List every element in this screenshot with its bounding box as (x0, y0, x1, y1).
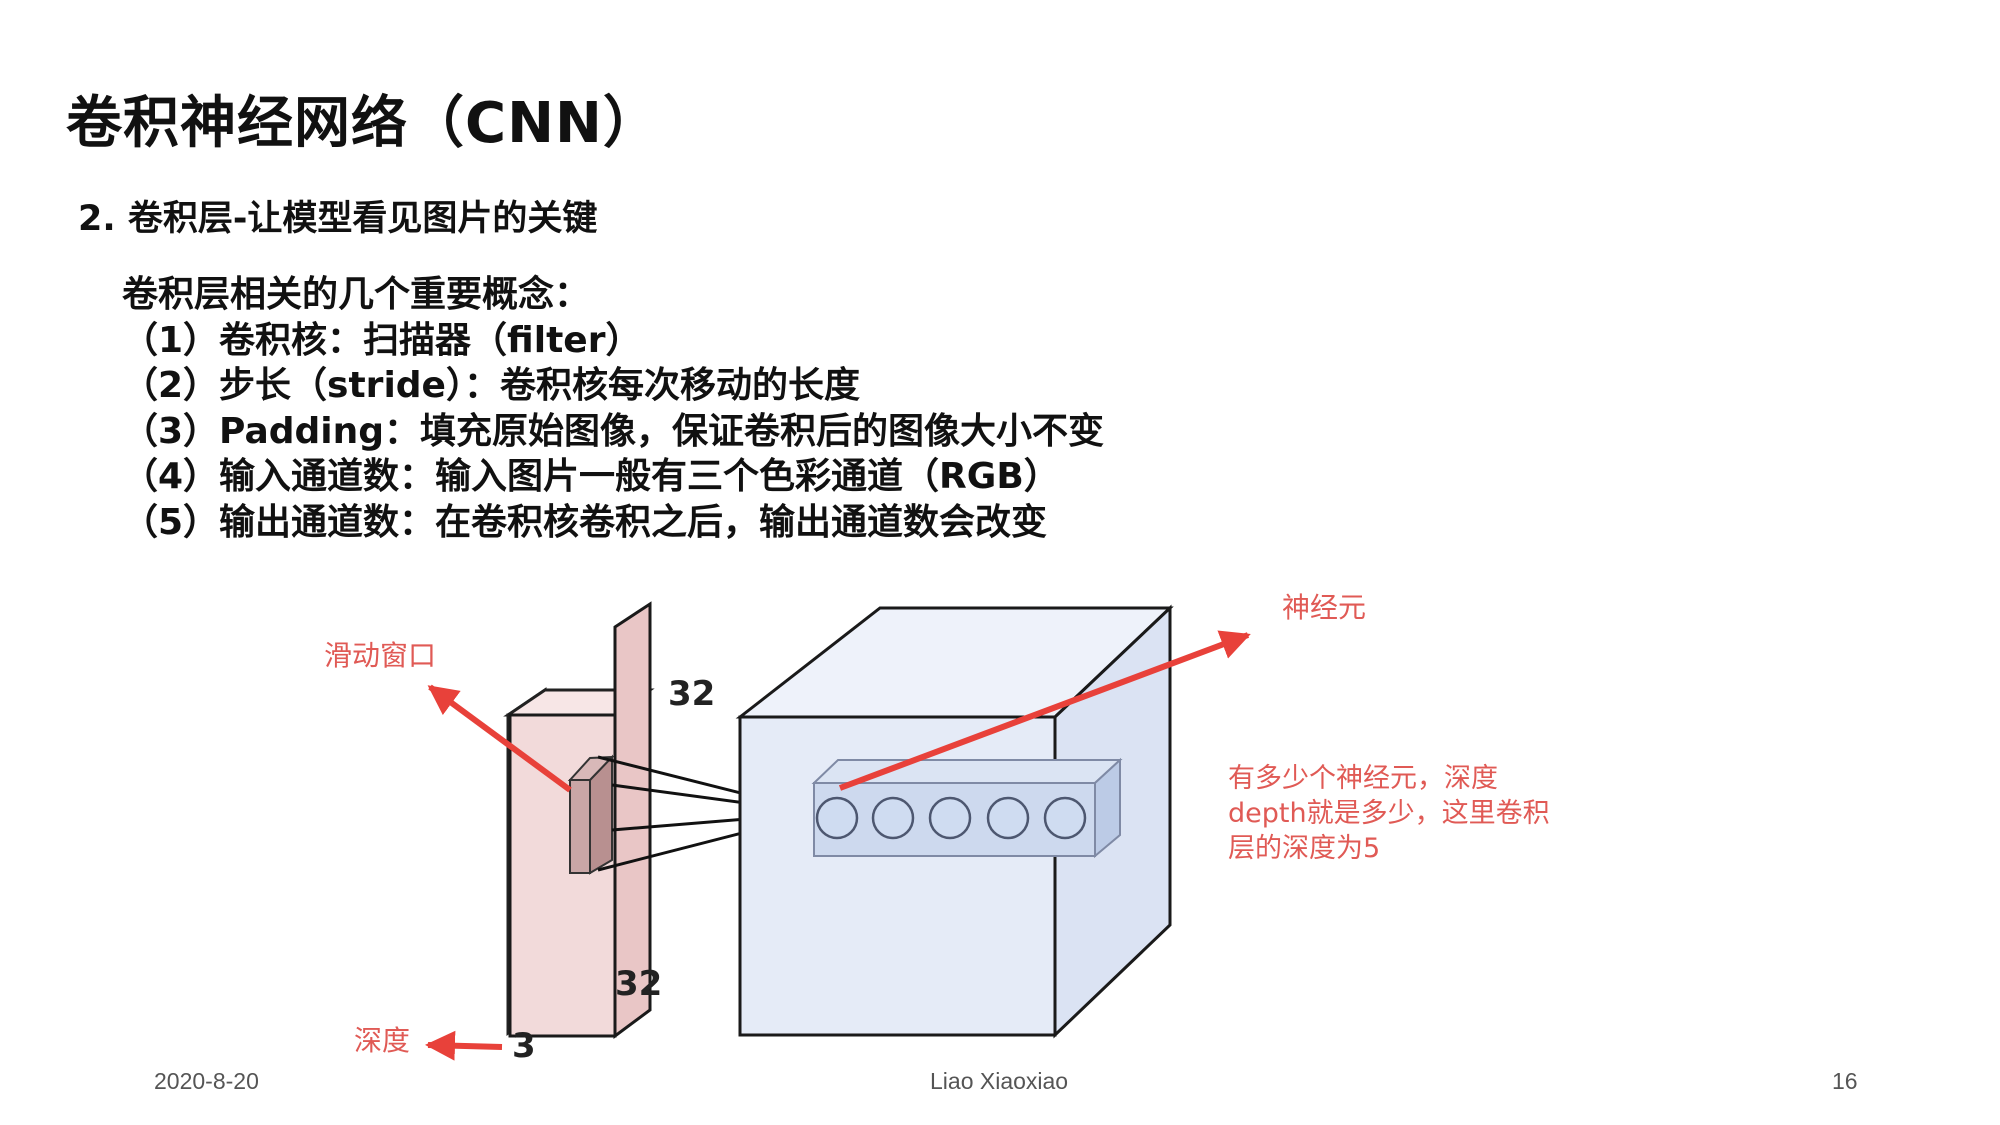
label-channels-3: 3 (512, 1026, 536, 1066)
depth-annotation: 有多少个神经元，深度 depth就是多少，这里卷积 层的深度为5 (1228, 763, 1550, 864)
depth-arrow (425, 1030, 503, 1061)
label-height-32: 32 (668, 674, 715, 714)
label-neuron: 神经元 (1282, 591, 1366, 624)
label-width-32: 32 (615, 964, 662, 1004)
convolution-diagram: 滑动窗口 神经元 深度 32 32 3 有多少个神经元，深度 depth就是多少… (324, 591, 1550, 1066)
neuron-circle (986, 796, 1030, 840)
label-sliding-window: 滑动窗口 (324, 639, 436, 672)
neuron-circle (815, 796, 859, 840)
neuron-circle (928, 796, 972, 840)
label-depth: 深度 (354, 1024, 410, 1057)
annotation-line: depth就是多少，这里卷积 (1228, 798, 1550, 829)
annotation-line: 有多少个神经元，深度 (1228, 763, 1498, 794)
footer-page-number: 16 (1832, 1068, 1858, 1094)
annotation-line: 层的深度为5 (1228, 833, 1380, 864)
kernel-window (567, 754, 615, 875)
footer-author: Liao Xiaoxiao (930, 1068, 1069, 1094)
neuron-circle (1043, 796, 1087, 840)
neuron-column-box (811, 757, 1123, 859)
footer-date: 2020-8-20 (154, 1068, 259, 1094)
neuron-circle (871, 796, 915, 840)
